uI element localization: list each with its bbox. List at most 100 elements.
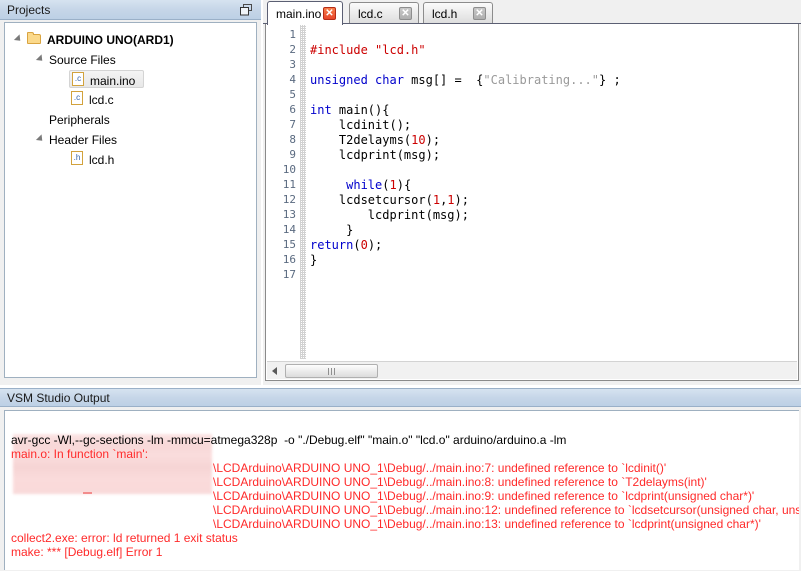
code-token: 1 [432, 193, 441, 207]
output-panel-title: VSM Studio Output [7, 391, 110, 405]
line-number: 13 [282, 208, 296, 221]
code-token: 0 [360, 238, 368, 252]
expander-triangle-icon[interactable] [33, 129, 47, 149]
close-glyph: ✕ [325, 8, 334, 19]
code-token: main(){ [331, 103, 390, 117]
output-line: main.o: In function `main': [11, 447, 149, 461]
code-token: lcdsetcursor( [310, 193, 433, 207]
close-icon[interactable]: ✕ [399, 7, 412, 20]
code-editor[interactable]: 1 2 3 4 5 6 7 8 9 10 11 12 13 14 15 16 17 #include "lcd.… [265, 24, 799, 381]
output-console[interactable]: avr-gcc -Wl,--gc-sections -lm -mmcu=atme… [4, 410, 799, 570]
line-number: 16 [282, 253, 296, 266]
tree-item-content: ARDUINO UNO(ARD1) [25, 30, 182, 48]
tree-item-content: .c lcd.c [69, 90, 122, 108]
tree-item-content: Peripherals [47, 110, 118, 128]
code-token: "Calibrating..." [483, 73, 599, 87]
code-token: return [310, 238, 354, 252]
arrow-left-icon[interactable] [269, 365, 281, 377]
tree-item-label: Source Files [49, 52, 116, 67]
code-token: lcdinit(); [310, 118, 412, 132]
output-line: collect2.exe: error: ld returned 1 exit … [11, 531, 238, 545]
editor-tab-lcd-c[interactable]: lcd.c ✕ [349, 2, 419, 24]
code-token: 1 [447, 193, 455, 207]
code-token: lcdprint(msg); [310, 208, 469, 222]
expander-triangle-icon[interactable] [33, 49, 47, 69]
editor-horizontal-scrollbar[interactable] [267, 361, 797, 379]
tab-label: lcd.c [358, 7, 383, 21]
output-panel-header: VSM Studio Output [0, 388, 801, 407]
code-token: ); [454, 193, 469, 207]
close-glyph: ✕ [475, 8, 484, 19]
code-line: lcdprint(msg); [310, 208, 469, 223]
expander-triangle-icon[interactable] [11, 29, 25, 49]
tree-item-label: ARDUINO UNO(ARD1) [47, 32, 174, 47]
code-token: ); [425, 133, 441, 147]
code-token: lcdprint(msg); [310, 148, 441, 162]
output-line: make: *** [Debug.elf] Error 1 [11, 545, 163, 559]
tree-item-main-ino[interactable]: .c main.ino [55, 68, 145, 88]
restore-window-icon[interactable] [240, 4, 253, 16]
code-token: T2delayms( [310, 133, 412, 147]
folder-icon [27, 32, 43, 45]
tree-item-arduino-uno-ard1[interactable]: ARDUINO UNO(ARD1) [11, 28, 182, 48]
line-number: 11 [282, 178, 296, 191]
line-number: 10 [282, 163, 296, 176]
projects-panel-header: Projects [0, 0, 261, 20]
editor-tab-lcd-h[interactable]: lcd.h ✕ [423, 2, 493, 24]
gutter-divider [300, 24, 306, 359]
code-line: } [310, 253, 317, 268]
workspace-top-area: Projects ARDUINO UNO(ARD1) Source Files .c… [0, 0, 801, 385]
editor-tab-main-ino[interactable]: main.ino ✕ [267, 1, 343, 25]
code-token: msg[] = { [403, 73, 484, 87]
editor-tabstrip: main.ino ✕ lcd.c ✕ lcd.h ✕ [263, 0, 801, 25]
code-token: ( [353, 238, 361, 252]
tree-item-header-files[interactable]: Header Files [33, 128, 125, 148]
close-glyph: ✕ [401, 8, 410, 19]
editor-area: main.ino ✕ lcd.c ✕ lcd.h ✕ 1 2 3 4 5 6 7 8 9 10 11 12 13 1… [263, 0, 801, 385]
tree-item-content: .h lcd.h [69, 150, 122, 168]
line-number: 6 [289, 103, 296, 116]
code-token: "lcd.h" [375, 43, 426, 57]
line-number: 2 [289, 43, 296, 56]
line-number: 7 [289, 118, 296, 131]
tree-item-source-files[interactable]: Source Files [33, 48, 124, 68]
code-token: unsigned char [310, 73, 404, 87]
code-line: unsigned char msg[] = {"Calibrating..."}… [310, 73, 621, 88]
redaction-underscore-mark [83, 492, 92, 494]
line-number-gutter: 1 2 3 4 5 6 7 8 9 10 11 12 13 14 15 16 17 [266, 24, 300, 359]
tree-item-label: main.ino [90, 73, 136, 88]
code-line: } [310, 223, 353, 238]
code-line: int main(){ [310, 103, 389, 118]
output-line: \LCDArduino\ARDUINO UNO_1\Debug/../main.… [213, 489, 755, 503]
code-line: T2delayms(10); [310, 133, 440, 148]
code-token: 1 [389, 178, 397, 192]
close-icon[interactable]: ✕ [323, 7, 336, 20]
tree-item-lcd-c[interactable]: .c lcd.c [55, 88, 122, 108]
code-token: 10 [411, 133, 426, 147]
vsm-output-panel: VSM Studio Output avr-gcc -Wl,--gc-secti… [0, 388, 801, 571]
line-number: 4 [289, 73, 296, 86]
code-text[interactable]: #include "lcd.h" unsigned char msg[] = {"… [310, 24, 790, 359]
output-line: \LCDArduino\ARDUINO UNO_1\Debug/../main.… [213, 503, 799, 517]
projects-panel: Projects ARDUINO UNO(ARD1) Source Files .c… [0, 0, 261, 385]
code-scroll-area: 1 2 3 4 5 6 7 8 9 10 11 12 13 14 15 16 17 #include "lcd.… [266, 24, 798, 359]
line-number: 9 [289, 148, 296, 161]
tree-item-peripherals[interactable]: Peripherals [33, 108, 118, 128]
code-token: } [310, 253, 318, 267]
projects-panel-title: Projects [7, 3, 51, 17]
line-number: 8 [289, 133, 296, 146]
project-tree[interactable]: ARDUINO UNO(ARD1) Source Files .c main.ino.… [4, 22, 257, 378]
scrollbar-thumb[interactable] [285, 364, 378, 378]
output-line: \LCDArduino\ARDUINO UNO_1\Debug/../main.… [213, 517, 761, 531]
code-line: #include "lcd.h" [310, 43, 426, 58]
code-line: lcdsetcursor(1,1); [310, 193, 469, 208]
line-number: 15 [282, 238, 296, 251]
line-number: 12 [282, 193, 296, 206]
tree-item-lcd-h[interactable]: .h lcd.h [55, 148, 122, 168]
c-file-icon: .c [72, 72, 85, 87]
close-icon[interactable]: ✕ [473, 7, 486, 20]
line-number: 14 [282, 223, 296, 236]
output-line: \LCDArduino\ARDUINO UNO_1\Debug/../main.… [213, 461, 667, 475]
tree-item-content: Header Files [47, 130, 125, 148]
